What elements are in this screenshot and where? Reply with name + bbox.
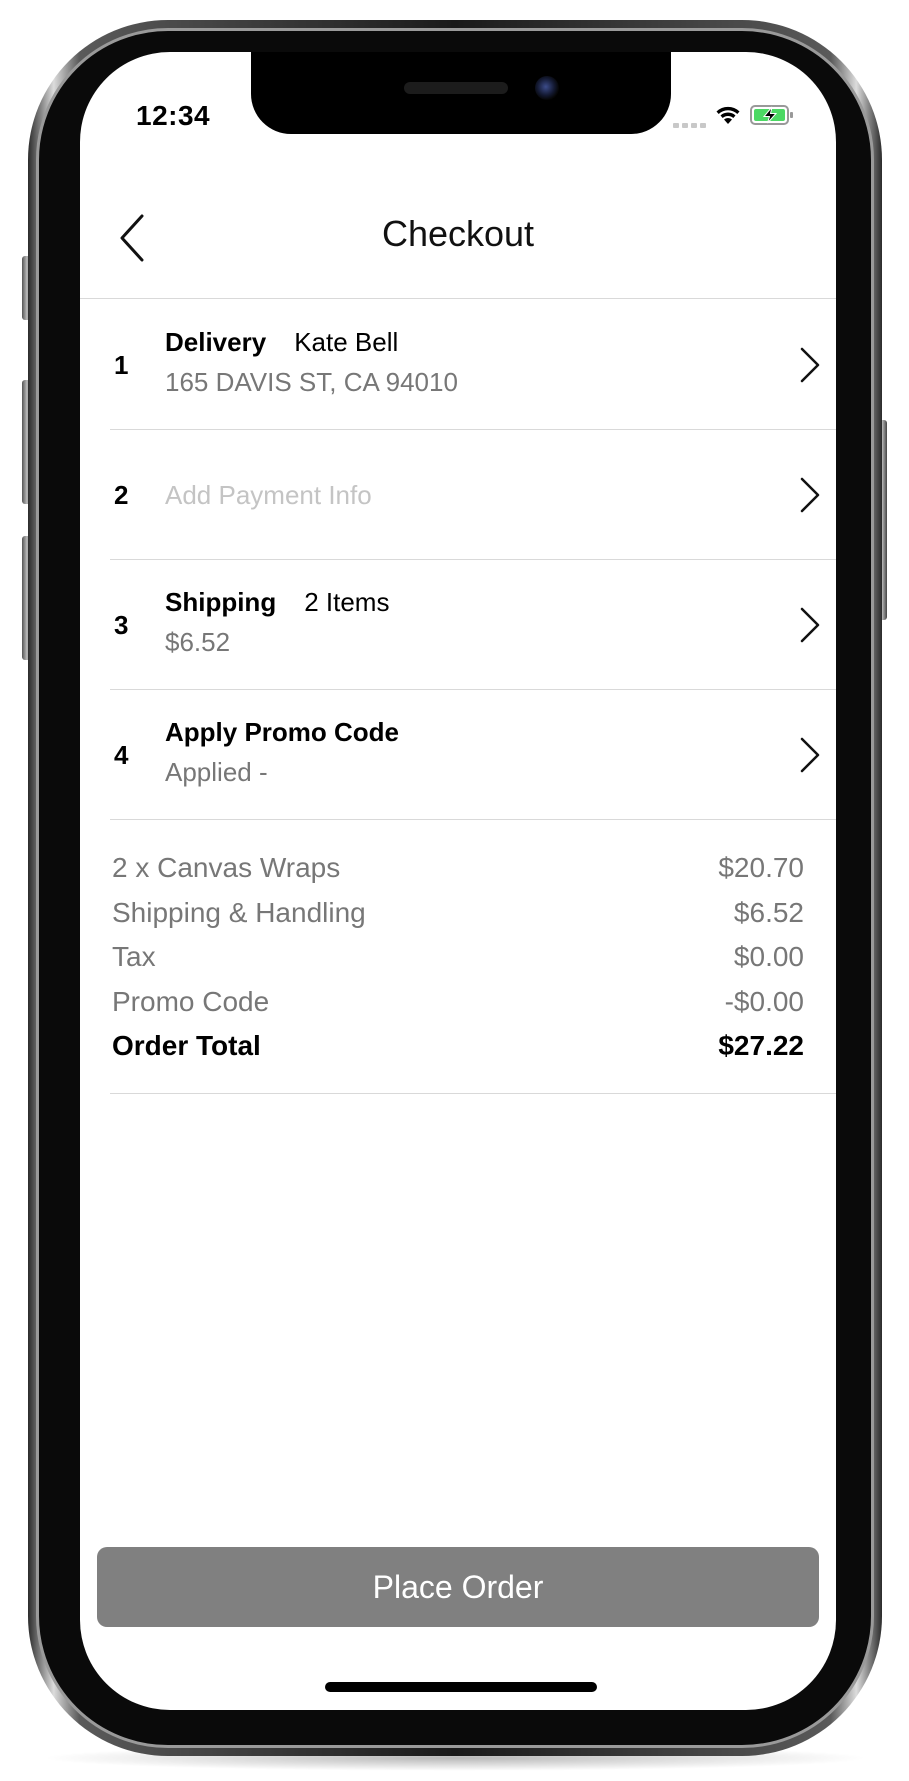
page-title: Checkout [381, 213, 535, 254]
step-number: 1 [114, 350, 129, 380]
summary-row-shipping: Shipping & Handling $6.52 [110, 891, 836, 936]
step-promo-code[interactable]: 4 Apply Promo Code Applied - [110, 690, 836, 820]
order-summary: 2 x Canvas Wraps $20.70 Shipping & Handl… [110, 832, 836, 1094]
step-number: 4 [114, 740, 129, 770]
summary-value: $6.52 [733, 896, 804, 928]
shipping-cost: $6.52 [165, 627, 231, 657]
home-indicator[interactable] [325, 1682, 597, 1692]
step-content: Shipping 2 Items $6.52 [165, 582, 776, 662]
step-payment[interactable]: 2 Add Payment Info [110, 430, 836, 560]
order-total-value: $27.22 [718, 1030, 804, 1062]
wifi-icon [716, 106, 740, 124]
delivery-address: 165 DAVIS ST, CA 94010 [165, 367, 458, 397]
checkout-steps: 1 Delivery Kate Bell 165 DAVIS ST, CA 940… [80, 300, 836, 820]
notch [251, 52, 671, 134]
summary-label: 2 x Canvas Wraps [112, 852, 341, 884]
recipient-name: Kate Bell [294, 327, 399, 357]
summary-value: $20.70 [718, 852, 804, 884]
battery-charging-icon [750, 105, 793, 125]
status-time: 12:34 [136, 100, 211, 131]
step-delivery[interactable]: 1 Delivery Kate Bell 165 DAVIS ST, CA 940… [110, 300, 836, 430]
app-screen: 12:34 Checkout 1 Delivery Kate Bell 165 … [80, 52, 836, 1710]
step-content: Apply Promo Code Applied - [165, 712, 776, 792]
item-count: 2 Items [304, 587, 390, 617]
step-content: Delivery Kate Bell 165 DAVIS ST, CA 94010 [165, 322, 776, 402]
summary-label: Shipping & Handling [112, 896, 366, 928]
speaker-grille [404, 82, 508, 94]
navigation-bar: Checkout [80, 182, 836, 299]
step-shipping[interactable]: 3 Shipping 2 Items $6.52 [110, 560, 836, 690]
promo-status: Applied - [165, 757, 268, 787]
step-number: 3 [114, 610, 129, 640]
order-total-label: Order Total [112, 1030, 261, 1062]
summary-row-total: Order Total $27.22 [110, 1024, 836, 1069]
place-order-button[interactable]: Place Order [97, 1547, 819, 1627]
summary-value: -$0.00 [724, 985, 804, 1017]
summary-value: $0.00 [733, 941, 804, 973]
summary-row-promo: Promo Code -$0.00 [110, 980, 836, 1025]
front-camera [535, 76, 559, 100]
step-number: 2 [114, 480, 129, 510]
chevron-right-icon [800, 477, 820, 513]
summary-row-items: 2 x Canvas Wraps $20.70 [110, 846, 836, 891]
summary-row-tax: Tax $0.00 [110, 935, 836, 980]
step-title: Shipping [165, 587, 277, 617]
chevron-right-icon [800, 347, 820, 383]
chevron-right-icon [800, 607, 820, 643]
step-title: Apply Promo Code [165, 717, 400, 747]
step-title: Delivery [165, 327, 267, 357]
cellular-signal-icon [673, 120, 709, 128]
payment-placeholder: Add Payment Info [165, 480, 372, 510]
summary-label: Promo Code [112, 985, 270, 1017]
summary-label: Tax [112, 941, 156, 973]
chevron-right-icon [800, 737, 820, 773]
